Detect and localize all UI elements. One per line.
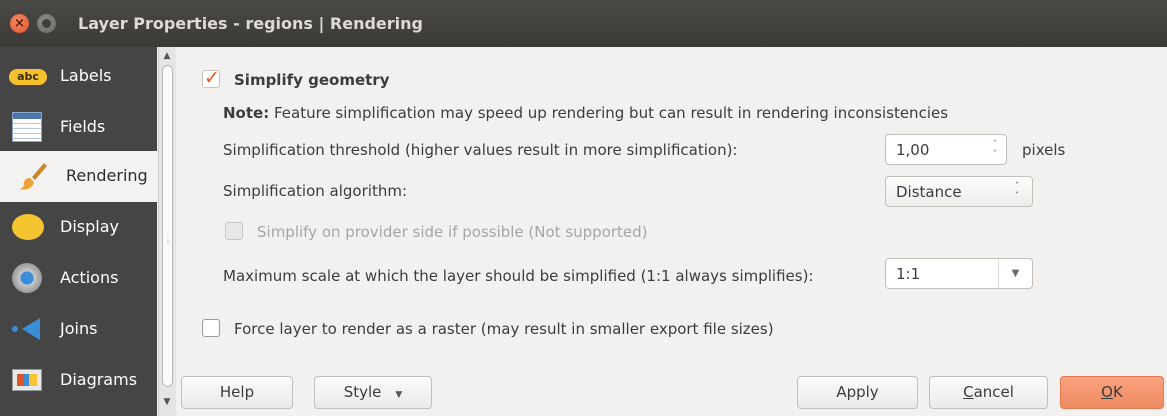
grip-icon: ⋮ (164, 236, 172, 245)
ok-mnemonic: O (1101, 383, 1113, 401)
sidebar-item-label: Joins (60, 319, 98, 338)
provider-side-label[interactable]: Simplify on provider side if possible (N… (257, 223, 648, 241)
scrollbar-thumb[interactable]: ⋮ (162, 65, 173, 387)
max-scale-combobox[interactable]: 1:1 ▼ (885, 258, 1033, 289)
window-title: Layer Properties - regions | Rendering (78, 14, 423, 33)
max-scale-value: 1:1 (896, 265, 921, 283)
spin-down-icon[interactable]: ˅ (990, 149, 1000, 159)
gear-actions-icon (12, 263, 42, 293)
sidebar-item-label: Actions (60, 268, 119, 287)
window-close-button[interactable]: × (10, 14, 29, 33)
sidebar-item-label: Display (60, 217, 119, 236)
sidebar-item-labels[interactable]: abc Labels (0, 51, 157, 102)
simplification-note: Note: Feature simplification may speed u… (223, 104, 948, 122)
ok-button[interactable]: OK (1060, 376, 1164, 409)
spin-up-icon[interactable]: ˄ (990, 139, 1000, 149)
diagrams-icon (12, 369, 42, 391)
algorithm-value: Distance (896, 183, 962, 201)
select-arrows-icon: ˄ ˅ (1012, 181, 1022, 201)
note-prefix: Note: (223, 104, 270, 122)
arrow-up-icon: ˄ (1015, 181, 1019, 190)
dropdown-arrow-icon[interactable]: ▼ (998, 259, 1032, 288)
algorithm-select[interactable]: Distance ˄ ˅ (885, 176, 1033, 207)
sidebar-item-joins[interactable]: Joins (0, 304, 157, 355)
menu-arrow-icon: ▼ (395, 390, 403, 400)
scroll-down-arrow-icon[interactable]: ▼ (162, 397, 172, 407)
force-raster-label[interactable]: Force layer to render as a raster (may r… (234, 320, 774, 338)
max-scale-label: Maximum scale at which the layer should … (223, 267, 814, 285)
sidebar-item-label: Rendering (66, 166, 148, 185)
arrow-down-icon: ˅ (1015, 191, 1019, 200)
simplify-geometry-checkbox[interactable] (202, 67, 220, 89)
cancel-mnemonic: C (963, 383, 974, 401)
rendering-panel: Simplify geometry Note: Feature simplifi… (176, 47, 1167, 367)
sidebar-item-label: Diagrams (60, 370, 138, 389)
spin-arrows-icon[interactable]: ˄ ˅ (990, 139, 1000, 161)
ok-label-rest: K (1112, 383, 1123, 401)
paintbrush-icon (18, 161, 48, 191)
sidebar-item-actions[interactable]: Actions (0, 253, 157, 304)
cancel-button[interactable]: Cancel (929, 376, 1048, 409)
force-raster-checkbox[interactable] (202, 319, 220, 337)
sidebar-item-fields[interactable]: Fields (0, 102, 157, 153)
window-minimize-button[interactable] (37, 14, 56, 33)
apply-button[interactable]: Apply (797, 376, 918, 409)
threshold-label: Simplification threshold (higher values … (223, 141, 738, 159)
algorithm-label: Simplification algorithm: (223, 182, 407, 200)
help-button[interactable]: Help (181, 376, 293, 409)
sidebar-item-label: Labels (60, 66, 112, 85)
sidebar-scrollbar[interactable]: ▲ ⋮ ▼ (158, 47, 176, 416)
joins-arrow-icon (12, 314, 42, 344)
style-button-label: Style (343, 383, 382, 401)
window-titlebar: × Layer Properties - regions | Rendering (0, 0, 1167, 47)
threshold-value: 1,00 (896, 141, 930, 159)
sidebar-item-label: Fields (60, 117, 106, 136)
speech-bubble-icon (12, 214, 44, 240)
fields-table-icon (12, 112, 42, 142)
properties-sidebar: abc Labels Fields Rendering Display Acti… (0, 47, 157, 416)
labels-abc-icon: abc (9, 69, 47, 85)
note-text: Feature simplification may speed up rend… (273, 104, 949, 122)
threshold-unit: pixels (1022, 141, 1066, 159)
provider-side-checkbox[interactable] (225, 222, 243, 240)
style-button[interactable]: Style ▼ (314, 376, 432, 409)
sidebar-item-rendering[interactable]: Rendering (0, 151, 157, 202)
sidebar-item-diagrams[interactable]: Diagrams (0, 355, 157, 406)
cancel-label-rest: ancel (973, 383, 1014, 401)
scroll-up-arrow-icon[interactable]: ▲ (162, 51, 172, 61)
threshold-spinbox[interactable]: 1,00 ˄ ˅ (885, 134, 1007, 165)
simplify-geometry-label[interactable]: Simplify geometry (234, 71, 390, 89)
sidebar-item-display[interactable]: Display (0, 202, 157, 253)
